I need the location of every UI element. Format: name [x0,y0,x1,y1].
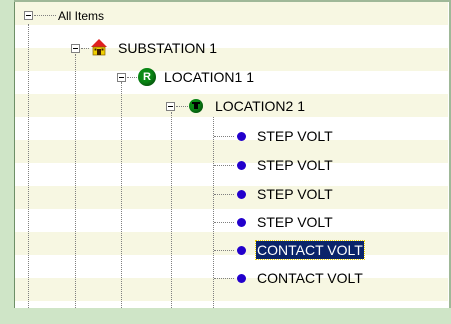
tree-row-bg [15,163,448,186]
tree-connector [176,106,188,107]
tree-node-location1[interactable]: LOCATION1 1 [164,68,254,86]
tree-connector [213,117,214,308]
tree-connector [28,24,29,308]
tree-row-bg [15,278,448,301]
tree-node-step-volt[interactable]: STEP VOLT [257,213,333,231]
bullet-dot-icon [237,246,246,255]
tree-connector [171,112,172,308]
tree-node-step-volt[interactable]: STEP VOLT [257,185,333,203]
tree-row-bg [15,255,448,278]
circle-r-icon: R [138,68,156,86]
tree-connector [214,194,234,195]
tree-connector [127,77,137,78]
tree-node-contact-volt-selected[interactable]: CONTACT VOLT [255,240,365,260]
tree-connector [214,222,234,223]
tree-node-step-volt[interactable]: STEP VOLT [257,127,333,145]
tree-connector [34,15,56,16]
tree-row-bg [15,186,448,209]
tree-row-bg [15,140,448,163]
tree-row-bg [15,301,448,324]
bullet-dot-icon [237,218,246,227]
tree-connector [75,54,76,308]
tree-connector [214,278,234,279]
tree-node-substation[interactable]: SUBSTATION 1 [118,39,217,57]
bullet-dot-icon [237,274,246,283]
collapse-toggle-location1[interactable] [117,73,126,82]
collapse-toggle-root[interactable] [24,11,33,20]
tree-node-contact-volt[interactable]: CONTACT VOLT [257,269,363,287]
tree-node-location2[interactable]: LOCATION2 1 [215,97,305,115]
tree-connector [121,82,122,308]
collapse-toggle-substation[interactable] [71,44,80,53]
tree-row-bg [15,232,448,255]
tree-row-bg [15,209,448,232]
bullet-dot-icon [237,132,246,141]
bullet-dot-icon [237,190,246,199]
tree-connector [214,136,234,137]
tree-connector [214,165,234,166]
tree-view[interactable]: All Items SUBSTATION 1 R LOCATION1 1 LOC… [15,2,448,308]
tree-connector [81,48,89,49]
bullet-dot-icon [237,161,246,170]
house-icon [91,39,107,56]
tree-node-step-volt[interactable]: STEP VOLT [257,156,333,174]
collapse-toggle-location2[interactable] [166,102,175,111]
circle-t-icon [189,99,203,113]
tree-node-all-items[interactable]: All Items [58,7,104,25]
tree-connector [214,250,234,251]
